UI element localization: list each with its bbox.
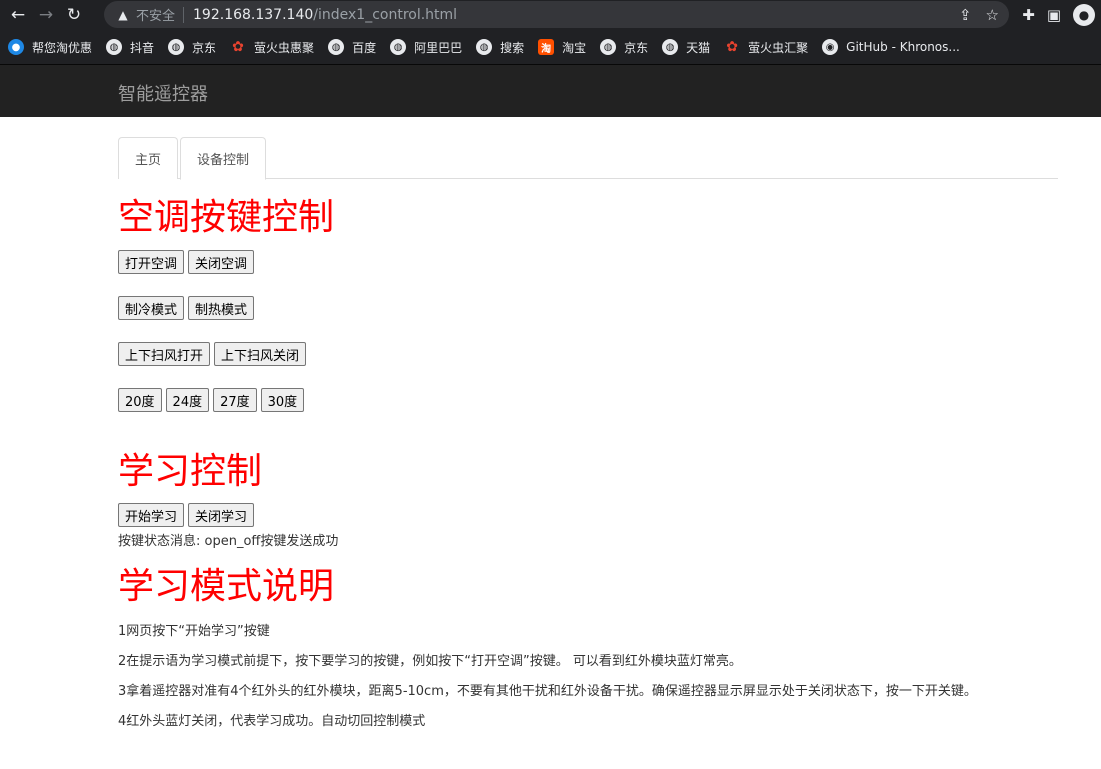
bookmark-item[interactable]: ✿ 萤火虫汇聚 — [724, 39, 808, 56]
help-step: 4红外头蓝灯关闭，代表学习成功。自动切回控制模式 — [118, 714, 426, 729]
temp-24-button[interactable]: 24度 — [165, 388, 210, 412]
globe-icon: ◍ — [476, 39, 493, 55]
divider — [183, 6, 185, 23]
back-icon[interactable]: ← — [4, 1, 32, 29]
ac-on-button[interactable]: 打开空调 — [118, 250, 185, 274]
bookmark-item[interactable]: ◍ 京东 — [168, 39, 216, 56]
ac-section-title: 空调按键控制 — [118, 197, 335, 238]
temp-30-button[interactable]: 30度 — [260, 388, 305, 412]
browser-toolbar: ← → ↻ ▲ 不安全 192.168.137.140/index1_contr… — [0, 0, 1101, 30]
temp-27-button[interactable]: 27度 — [213, 388, 257, 412]
bookmarks-bar: ● 帮您淘优惠 ◍ 抖音 ◍ 京东 ✿ 萤火虫惠聚 ◍ 百度 ◍ 阿里巴巴 ◍ 搜索 淘淘宝 … — [0, 30, 1101, 64]
profile-avatar-icon[interactable]: ● — [1073, 4, 1095, 26]
bookmark-item[interactable]: ◍ 京东 — [600, 39, 648, 56]
share-icon[interactable]: ⇪ — [959, 6, 972, 24]
bookmark-item[interactable]: ✿ 萤火虫惠聚 — [230, 39, 314, 56]
heat-mode-button[interactable]: 制热模式 — [188, 296, 255, 320]
help-step: 2在提示语为学习模式前提下，按下要学习的按键，例如按下“打开空调”按键。 可以看… — [118, 654, 742, 669]
ac-temp-row: 20度 24度 27度 30度 — [118, 388, 305, 412]
ac-mode-row: 制冷模式 制热模式 — [118, 296, 255, 320]
help-section-title: 学习模式说明 — [118, 566, 335, 607]
warning-icon[interactable]: ▲ — [116, 8, 130, 22]
cool-mode-button[interactable]: 制冷模式 — [118, 296, 185, 320]
globe-icon: ◍ — [600, 39, 617, 55]
brand-title[interactable]: 智能遥控器 — [118, 80, 208, 106]
globe-icon: ◍ — [390, 39, 407, 55]
swing-off-button[interactable]: 上下扫风关闭 — [214, 342, 307, 366]
bookmark-item[interactable]: ◍ 天猫 — [662, 39, 710, 56]
globe-icon: ◍ — [328, 39, 345, 55]
tab-home[interactable]: 主页 — [118, 137, 179, 179]
key-status-message: 按键状态消息: open_off按键发送成功 — [118, 534, 339, 549]
url-path[interactable]: /index1_control.html — [313, 7, 457, 23]
star-icon[interactable]: ☆ — [986, 6, 999, 24]
insecure-label[interactable]: 不安全 — [136, 5, 175, 24]
globe-icon: ◍ — [168, 39, 185, 55]
bookmark-item[interactable]: ◍ 百度 — [328, 39, 376, 56]
side-panel-icon[interactable]: ▣ — [1047, 6, 1061, 24]
address-bar[interactable]: ▲ 不安全 192.168.137.140/index1_control.htm… — [104, 1, 1009, 28]
stop-learning-button[interactable]: 关闭学习 — [188, 503, 255, 527]
tab-bar: 主页 设备控制 — [118, 137, 1058, 180]
forward-icon[interactable]: → — [32, 1, 60, 29]
taobao-icon: 淘 — [538, 39, 555, 55]
ac-swing-row: 上下扫风打开 上下扫风关闭 — [118, 342, 307, 366]
page-navbar: 智能遥控器 — [0, 64, 1101, 117]
bookmark-icon: ● — [8, 39, 24, 55]
start-learning-button[interactable]: 开始学习 — [118, 503, 185, 527]
globe-icon: ◍ — [106, 39, 123, 55]
firefly-icon: ✿ — [232, 39, 244, 55]
bookmark-item[interactable]: ◍ 抖音 — [106, 39, 154, 56]
github-icon: ◉ — [822, 39, 839, 55]
globe-icon: ◍ — [662, 39, 679, 55]
help-step: 1网页按下“开始学习”按键 — [118, 624, 270, 639]
help-step: 3拿着遥控器对准有4个红外头的红外模块，距离5-10cm，不要有其他干扰和红外设… — [118, 684, 977, 699]
bookmark-item[interactable]: ◉ GitHub - Khronos... — [822, 39, 960, 55]
learn-section-title: 学习控制 — [118, 451, 263, 492]
url-host[interactable]: 192.168.137.140 — [193, 7, 313, 23]
swing-on-button[interactable]: 上下扫风打开 — [118, 342, 211, 366]
ac-off-button[interactable]: 关闭空调 — [188, 250, 255, 274]
learn-button-row: 开始学习 关闭学习 — [118, 503, 255, 527]
omnibox-actions: ⇪ ☆ — [959, 1, 999, 28]
extensions-icon[interactable]: ✚ — [1022, 6, 1035, 24]
firefly-icon: ✿ — [726, 39, 739, 55]
tab-device-control[interactable]: 设备控制 — [180, 137, 267, 180]
toolbar-actions: ✚ ▣ ● — [1022, 0, 1101, 30]
bookmark-item[interactable]: ◍ 搜索 — [476, 39, 524, 56]
bookmark-item[interactable]: ◍ 阿里巴巴 — [390, 39, 462, 56]
bookmark-item[interactable]: ● 帮您淘优惠 — [8, 39, 92, 56]
reload-icon[interactable]: ↻ — [60, 1, 88, 29]
bookmark-item[interactable]: 淘淘宝 — [538, 39, 586, 56]
ac-power-row: 打开空调 关闭空调 — [118, 250, 255, 274]
temp-20-button[interactable]: 20度 — [118, 388, 162, 412]
